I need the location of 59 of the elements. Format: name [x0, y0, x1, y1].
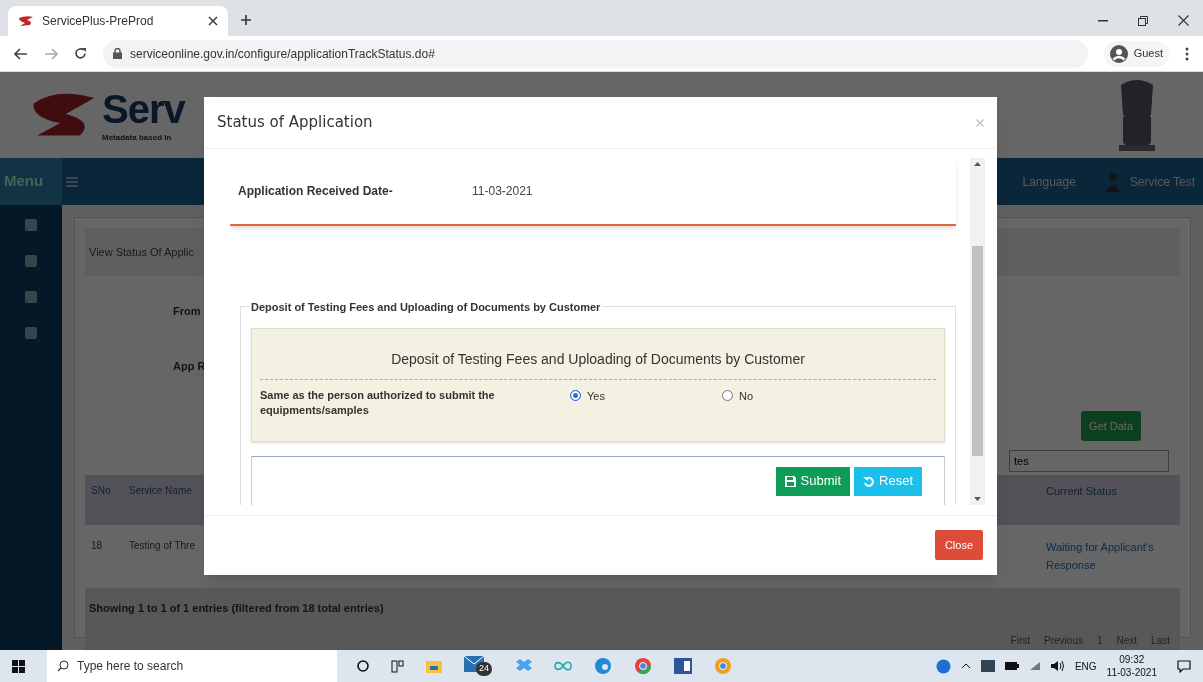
field-label: From — [173, 304, 201, 319]
new-tab-icon[interactable] — [240, 14, 252, 26]
table-cell-text: 18 — [90, 539, 104, 553]
scroll-up-icon[interactable] — [974, 162, 981, 166]
table-cell-text: Waiting for Applicant's Response — [1045, 540, 1155, 573]
more-icon[interactable] — [1185, 46, 1189, 61]
address-field[interactable]: serviceonline.gov.in/configure/applicationTrackStatus.do# — [103, 39, 1088, 68]
wifi-icon[interactable] — [1028, 661, 1041, 671]
radio-option[interactable]: No — [722, 387, 874, 404]
user-name[interactable]: Service Test — [1129, 172, 1195, 191]
tab-title: ServicePlus-PreProd — [42, 13, 155, 30]
search-field[interactable]: tes — [1009, 450, 1169, 472]
folder-icon[interactable] — [426, 659, 442, 673]
question-label: Same as the person authorized to submit the equipments/samples — [260, 387, 496, 418]
battery-icon[interactable] — [1004, 662, 1019, 670]
url-text: serviceonline.gov.in/configure/applicationTrackStatus.do# — [130, 45, 435, 63]
radio-option[interactable]: Yes — [570, 387, 722, 404]
field-label: Application Received Date- — [238, 183, 394, 200]
minimize-icon[interactable] — [1098, 20, 1108, 22]
scrollbar[interactable] — [970, 158, 985, 505]
reset-button[interactable]: Reset — [854, 466, 922, 496]
column-header[interactable]: Current Status — [1040, 475, 1180, 500]
language-menu[interactable]: Language — [1022, 172, 1076, 191]
panel-title: Deposit of Testing Fees and Uploading of Documents by Customer — [390, 349, 806, 369]
logo-text: Serv — [102, 86, 185, 132]
chevron-up-icon[interactable] — [960, 663, 971, 669]
scroll-down-icon[interactable] — [974, 497, 981, 501]
clock[interactable]: 09:32 11-03-2021 — [1106, 653, 1157, 679]
table-info: Showing 1 to 1 of 1 entries (filtered from 18 total entries) — [89, 601, 385, 616]
back-arrow-icon[interactable] — [14, 47, 28, 60]
profile-button[interactable]: Guest — [1103, 40, 1169, 67]
save-icon — [784, 475, 796, 487]
language-indicator[interactable]: ENG — [1074, 658, 1097, 674]
close-button[interactable]: Close — [934, 530, 983, 560]
field-value: 11-03-2021 — [472, 183, 533, 200]
reload-icon[interactable] — [74, 47, 87, 60]
modal-title: Status of Application — [217, 112, 374, 134]
logo-icon — [18, 15, 34, 27]
mail-badge: 24 — [476, 662, 492, 676]
cortana-icon[interactable] — [357, 660, 369, 672]
taskbar-search-field[interactable]: Type here to search — [47, 650, 337, 682]
close-icon[interactable] — [1178, 15, 1189, 26]
task-view-icon[interactable] — [391, 659, 404, 673]
windows-start-icon[interactable] — [12, 659, 25, 673]
submit-button[interactable]: Submit — [775, 466, 851, 496]
get-data-button[interactable]: Get Data — [1081, 411, 1142, 441]
table-cell-text: Testing of Thre — [128, 539, 196, 553]
search-icon — [57, 660, 69, 672]
undo-icon — [863, 475, 875, 487]
notification-icon[interactable] — [1177, 659, 1191, 673]
user-avatar-icon — [1105, 171, 1120, 192]
logo-subtitle: Metadata based In — [102, 132, 173, 144]
close-icon[interactable] — [208, 16, 218, 26]
column-header[interactable]: SNo — [85, 475, 125, 498]
lock-icon — [113, 48, 122, 59]
browser-tab[interactable]: ServicePlus-PreProd — [8, 6, 228, 36]
speaker-icon[interactable] — [1050, 660, 1065, 672]
user-icon — [1109, 44, 1128, 63]
restore-icon[interactable] — [1138, 16, 1148, 26]
